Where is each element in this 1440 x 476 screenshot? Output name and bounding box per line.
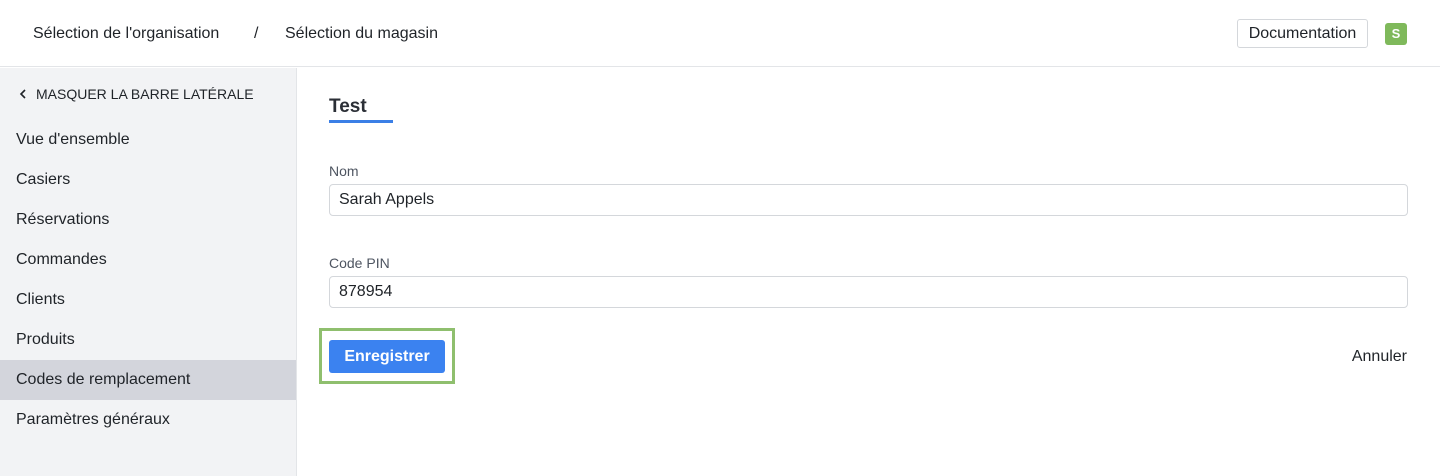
collapse-sidebar-button[interactable]: MASQUER LA BARRE LATÉRALE	[18, 86, 254, 102]
pin-label: Code PIN	[329, 255, 390, 271]
sidebar-item-general-settings[interactable]: Paramètres généraux	[0, 400, 296, 440]
breadcrumb-separator: /	[254, 25, 259, 42]
documentation-button[interactable]: Documentation	[1237, 19, 1368, 48]
name-label: Nom	[329, 163, 359, 179]
top-bar: Sélection de l'organisation / Sélection …	[0, 0, 1440, 67]
sidebar-item-clients[interactable]: Clients	[0, 280, 296, 320]
sidebar: MASQUER LA BARRE LATÉRALE Vue d'ensemble…	[0, 68, 297, 476]
sidebar-item-products[interactable]: Produits	[0, 320, 296, 360]
main-content: Test Nom Code PIN Enregistrer Annuler	[297, 68, 1440, 476]
sidebar-item-orders[interactable]: Commandes	[0, 240, 296, 280]
chevron-left-icon	[19, 89, 26, 99]
cancel-button[interactable]: Annuler	[1317, 346, 1407, 368]
breadcrumb-organization[interactable]: Sélection de l'organisation	[33, 24, 219, 44]
collapse-sidebar-label: MASQUER LA BARRE LATÉRALE	[36, 86, 254, 102]
avatar[interactable]: S	[1385, 23, 1407, 45]
sidebar-item-replacement-codes[interactable]: Codes de remplacement	[0, 360, 296, 400]
title-underline	[329, 120, 393, 123]
sidebar-item-lockers[interactable]: Casiers	[0, 160, 296, 200]
pin-field[interactable]	[329, 276, 1408, 308]
breadcrumb-store[interactable]: Sélection du magasin	[285, 24, 438, 44]
sidebar-item-reservations[interactable]: Réservations	[0, 200, 296, 240]
page-title: Test	[329, 96, 367, 117]
save-button[interactable]: Enregistrer	[329, 340, 445, 373]
name-field[interactable]	[329, 184, 1408, 216]
sidebar-item-overview[interactable]: Vue d'ensemble	[0, 120, 296, 160]
